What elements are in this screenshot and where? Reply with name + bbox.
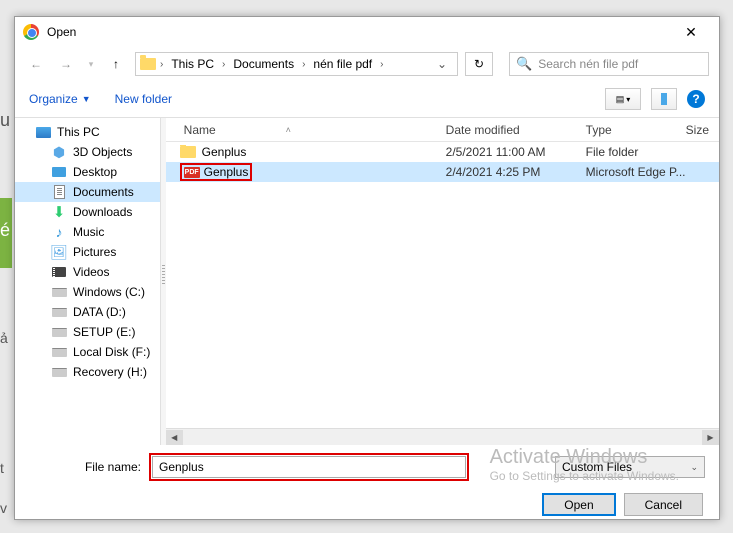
tree-desktop[interactable]: Desktop xyxy=(15,162,160,182)
file-row-folder[interactable]: Genplus 2/5/2021 11:00 AM File folder xyxy=(166,142,719,162)
tree-3d-objects[interactable]: ⬢ 3D Objects xyxy=(15,142,160,162)
column-type[interactable]: Type xyxy=(586,123,686,137)
file-list-area: Name ˄ Date modified Type Size Genplus 2… xyxy=(166,118,719,445)
column-name[interactable]: Name ˄ xyxy=(166,123,446,137)
highlight-box: PDF Genplus xyxy=(180,163,253,181)
tree-this-pc[interactable]: This PC xyxy=(15,122,160,142)
close-button[interactable]: ✕ xyxy=(671,18,711,46)
filetype-select[interactable]: Custom Files ⌄ xyxy=(555,456,705,478)
help-button[interactable]: ? xyxy=(687,90,705,108)
recent-dropdown[interactable]: ▾ xyxy=(85,53,97,75)
bg-text: v xyxy=(0,500,7,516)
chevron-right-icon[interactable]: › xyxy=(222,59,225,70)
forward-button: → xyxy=(55,53,77,75)
scroll-left-button[interactable]: ◀ xyxy=(166,430,183,445)
back-button[interactable]: ← xyxy=(25,53,47,75)
address-bar[interactable]: › This PC › Documents › nén file pdf › ⌄ xyxy=(135,52,458,76)
up-button[interactable]: ↑ xyxy=(105,53,127,75)
window-title: Open xyxy=(47,25,671,39)
content-area: This PC ⬢ 3D Objects Desktop Documents ⬇… xyxy=(15,117,719,445)
view-options-button[interactable]: ▤▾ xyxy=(605,88,641,110)
bottom-panel: File name: Custom Files ⌄ Open Cancel xyxy=(15,445,719,524)
chevron-right-icon[interactable]: › xyxy=(380,59,383,70)
tree-drive-d[interactable]: DATA (D:) xyxy=(15,302,160,322)
bg-text: é xyxy=(0,220,10,241)
navigation-bar: ← → ▾ ↑ › This PC › Documents › nén file… xyxy=(15,47,719,81)
toolbar: Organize ▼ New folder ▤▾ ? xyxy=(15,81,719,117)
desktop-icon xyxy=(52,167,66,177)
cancel-button[interactable]: Cancel xyxy=(624,493,703,516)
navigation-tree: This PC ⬢ 3D Objects Desktop Documents ⬇… xyxy=(15,118,160,445)
drive-icon xyxy=(52,328,67,337)
preview-pane-button[interactable] xyxy=(651,88,677,110)
downloads-icon: ⬇ xyxy=(51,204,67,220)
3d-icon: ⬢ xyxy=(51,144,67,160)
file-list: Genplus 2/5/2021 11:00 AM File folder PD… xyxy=(166,142,719,428)
drive-icon xyxy=(52,348,67,357)
scroll-right-button[interactable]: ▶ xyxy=(702,430,719,445)
tree-drive-f[interactable]: Local Disk (F:) xyxy=(15,342,160,362)
music-icon: ♪ xyxy=(51,224,67,240)
open-dialog: Open ✕ ← → ▾ ↑ › This PC › Documents › n… xyxy=(14,16,720,520)
chevron-right-icon[interactable]: › xyxy=(302,59,305,70)
bg-text: t xyxy=(0,460,4,476)
highlight-box xyxy=(149,453,469,481)
videos-icon xyxy=(52,267,66,277)
chrome-icon xyxy=(23,24,39,40)
tree-pictures[interactable]: 🖼 Pictures xyxy=(15,242,160,262)
filename-input[interactable] xyxy=(152,456,466,478)
folder-icon xyxy=(180,146,196,158)
open-button[interactable]: Open xyxy=(542,493,615,516)
tree-music[interactable]: ♪ Music xyxy=(15,222,160,242)
drive-icon xyxy=(52,288,67,297)
search-input[interactable]: 🔍 Search nén file pdf xyxy=(509,52,709,76)
column-size[interactable]: Size xyxy=(686,123,719,137)
column-headers: Name ˄ Date modified Type Size xyxy=(166,118,719,142)
breadcrumb-folder[interactable]: nén file pdf xyxy=(309,57,376,71)
documents-icon xyxy=(54,185,65,199)
column-date[interactable]: Date modified xyxy=(446,123,586,137)
chevron-down-icon: ⌄ xyxy=(690,462,698,473)
tree-drive-h[interactable]: Recovery (H:) xyxy=(15,362,160,382)
chevron-right-icon[interactable]: › xyxy=(160,59,163,70)
organize-button[interactable]: Organize ▼ xyxy=(29,92,91,106)
breadcrumb-documents[interactable]: Documents xyxy=(229,57,298,71)
pictures-icon: 🖼 xyxy=(51,244,67,260)
refresh-button[interactable]: ↻ xyxy=(465,52,493,76)
thispc-icon xyxy=(36,127,51,138)
file-row-pdf[interactable]: PDF Genplus 2/4/2021 4:25 PM Microsoft E… xyxy=(166,162,719,182)
filename-label: File name: xyxy=(29,460,141,474)
drive-icon xyxy=(52,308,67,317)
chevron-down-icon: ▼ xyxy=(82,94,91,104)
tree-documents[interactable]: Documents xyxy=(15,182,160,202)
sort-indicator-icon: ˄ xyxy=(286,125,291,135)
splitter[interactable] xyxy=(160,118,166,445)
bg-text: ả xyxy=(0,330,8,346)
horizontal-scrollbar[interactable]: ◀ ▶ xyxy=(166,428,719,445)
new-folder-button[interactable]: New folder xyxy=(115,92,172,106)
pdf-icon: PDF xyxy=(184,167,200,178)
search-icon: 🔍 xyxy=(516,56,532,72)
folder-icon xyxy=(140,58,156,70)
tree-drive-e[interactable]: SETUP (E:) xyxy=(15,322,160,342)
bg-text: u xyxy=(0,110,10,131)
drive-icon xyxy=(52,368,67,377)
address-dropdown[interactable]: ⌄ xyxy=(431,57,453,71)
breadcrumb-thispc[interactable]: This PC xyxy=(167,57,218,71)
tree-videos[interactable]: Videos xyxy=(15,262,160,282)
search-placeholder: Search nén file pdf xyxy=(538,57,638,71)
tree-downloads[interactable]: ⬇ Downloads xyxy=(15,202,160,222)
titlebar: Open ✕ xyxy=(15,17,719,47)
tree-drive-c[interactable]: Windows (C:) xyxy=(15,282,160,302)
